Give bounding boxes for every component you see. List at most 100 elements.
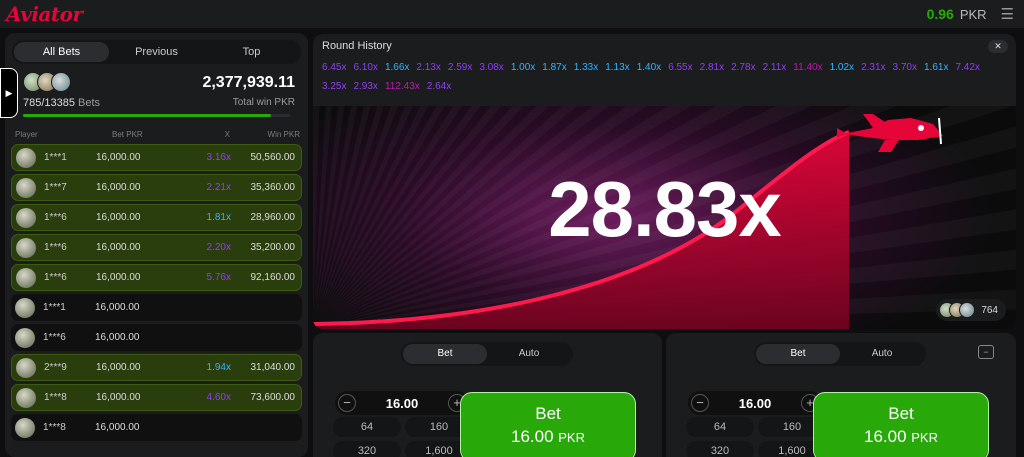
remove-panel-button[interactable]: − (978, 345, 994, 359)
win-amount: 73,600.00 (250, 392, 296, 403)
avatar (16, 357, 36, 378)
round-history-title: Round History (322, 40, 392, 52)
table-row: 1***8 16,000.00 (11, 414, 302, 441)
history-multiplier[interactable]: 2.11x (763, 62, 787, 73)
avatar (16, 147, 36, 168)
bet-button-amount-line: 16.00 PKR (814, 427, 988, 447)
tab-bet[interactable]: Bet (403, 344, 487, 364)
win-amount: 50,560.00 (250, 152, 296, 163)
table-row: 1***7 16,000.00 2.21x 35,360.00 (11, 174, 302, 201)
tab-bet[interactable]: Bet (756, 344, 840, 364)
player-name: 1***8 (43, 422, 66, 433)
quick-amount-button[interactable]: 64 (333, 417, 401, 437)
tab-auto[interactable]: Auto (840, 344, 924, 364)
bets-progress-bar (23, 114, 290, 117)
history-multiplier[interactable]: 2.93x (353, 81, 377, 92)
column-win: Win PKR (267, 130, 300, 139)
column-player: Player (15, 130, 38, 139)
online-avatars (939, 302, 976, 318)
game-area: Round History ✕ 6.45x 6.10x 1.66x 2.13x 2.59… (313, 34, 1016, 329)
history-multiplier[interactable]: 1.33x (574, 62, 598, 73)
menu-icon[interactable]: ☰ (1001, 5, 1014, 23)
tab-auto[interactable]: Auto (487, 344, 571, 364)
bet-button[interactable]: Bet 16.00 PKR (460, 392, 636, 457)
bet-amount: 16,000.00 (95, 302, 140, 313)
avatar (16, 237, 36, 258)
history-multiplier[interactable]: 2.31x (861, 62, 885, 73)
tab-all-bets[interactable]: All Bets (14, 42, 109, 62)
table-row: 1***1 16,000.00 (11, 294, 302, 321)
history-multiplier[interactable]: 7.42x (955, 62, 979, 73)
history-multiplier[interactable]: 1.40x (637, 62, 661, 73)
avatar (959, 302, 976, 318)
bet-button-currency: PKR (911, 430, 938, 445)
history-multiplier[interactable]: 11.40x (793, 62, 822, 73)
quick-amounts: 64 160 320 1,600 (686, 417, 826, 457)
history-multiplier[interactable]: 2.13x (416, 62, 440, 73)
history-multiplier[interactable]: 2.81x (700, 62, 724, 73)
win-amount: 31,040.00 (250, 362, 296, 373)
close-icon[interactable]: ✕ (988, 40, 1008, 53)
total-win-label: Total win PKR (232, 97, 295, 108)
history-multiplier[interactable]: 1.13x (605, 62, 629, 73)
history-multiplier[interactable]: 1.61x (924, 62, 948, 73)
history-multiplier[interactable]: 2.78x (731, 62, 755, 73)
bet-amount: 16,000.00 (96, 242, 141, 253)
history-multiplier[interactable]: 2.59x (448, 62, 472, 73)
table-row: 1***8 16,000.00 4.60x 73,600.00 (11, 384, 302, 411)
history-multiplier[interactable]: 2.64x (427, 81, 451, 92)
bet-button[interactable]: Bet 16.00 PKR (813, 392, 989, 457)
player-cell: 1***1 (12, 147, 96, 168)
player-name: 1***6 (44, 242, 67, 253)
round-history-list: 6.45x 6.10x 1.66x 2.13x 2.59x 3.08x 1.00x 1.87x… (322, 62, 1002, 92)
bet-button-currency: PKR (558, 430, 585, 445)
history-multiplier[interactable]: 3.08x (479, 62, 503, 73)
quick-amount-button[interactable]: 64 (686, 417, 754, 437)
bet-panel-1: Bet Auto − 16.00 + 64 160 320 1,600 Bet … (313, 333, 662, 457)
bets-tabs: All Bets Previous Top (12, 40, 301, 64)
bet-amount: 16,000.00 (96, 152, 141, 163)
history-multiplier[interactable]: 3.70x (893, 62, 917, 73)
table-row: 1***6 16,000.00 2.20x 35,200.00 (11, 234, 302, 261)
bet-amount: 16,000.00 (95, 422, 140, 433)
avatar (15, 417, 35, 438)
quick-amount-button[interactable]: 320 (333, 441, 401, 457)
history-multiplier[interactable]: 1.87x (542, 62, 566, 73)
cashout-multiplier: 1.81x (206, 212, 231, 223)
player-name: 1***7 (44, 182, 67, 193)
tab-top[interactable]: Top (204, 42, 299, 62)
tab-previous[interactable]: Previous (109, 42, 204, 62)
avatar (16, 177, 36, 198)
table-row: 1***1 16,000.00 3.16x 50,560.00 (11, 144, 302, 171)
win-amount: 28,960.00 (250, 212, 296, 223)
history-multiplier[interactable]: 3.25x (322, 81, 346, 92)
minus-button[interactable]: − (691, 394, 709, 412)
player-name: 1***6 (43, 332, 66, 343)
history-multiplier[interactable]: 6.45x (322, 62, 346, 73)
bets-panel: All Bets Previous Top 785/13385 Bets 2,37… (5, 33, 308, 457)
player-cell: 1***6 (12, 267, 96, 288)
history-multiplier[interactable]: 6.55x (668, 62, 692, 73)
minus-button[interactable]: − (338, 394, 356, 412)
player-name: 1***6 (44, 212, 67, 223)
stake-value[interactable]: 16.00 (386, 396, 419, 411)
history-multiplier[interactable]: 1.66x (385, 62, 409, 73)
history-multiplier[interactable]: 1.00x (511, 62, 535, 73)
bet-amount: 16,000.00 (96, 212, 141, 223)
quick-amount-button[interactable]: 320 (686, 441, 754, 457)
table-row: 2***9 16,000.00 1.94x 31,040.00 (11, 354, 302, 381)
stake-value[interactable]: 16.00 (739, 396, 772, 411)
player-cell: 1***6 (11, 327, 95, 348)
cashout-multiplier: 4.60x (206, 392, 231, 403)
side-panel-toggle[interactable]: ▶ (0, 68, 18, 118)
history-multiplier[interactable]: 112.43x (385, 81, 420, 92)
bet-amount: 16,000.00 (96, 272, 141, 283)
player-cell: 1***7 (12, 177, 96, 198)
bet-amount: 16,000.00 (96, 362, 141, 373)
aviator-logo[interactable]: Aviator (6, 2, 83, 26)
history-multiplier[interactable]: 6.10x (353, 62, 377, 73)
bet-button-amount: 16.00 (510, 427, 554, 446)
history-multiplier[interactable]: 1.02x (830, 62, 854, 73)
bet-panel-tabs: Bet Auto (401, 342, 573, 366)
bet-amount: 16,000.00 (96, 392, 141, 403)
